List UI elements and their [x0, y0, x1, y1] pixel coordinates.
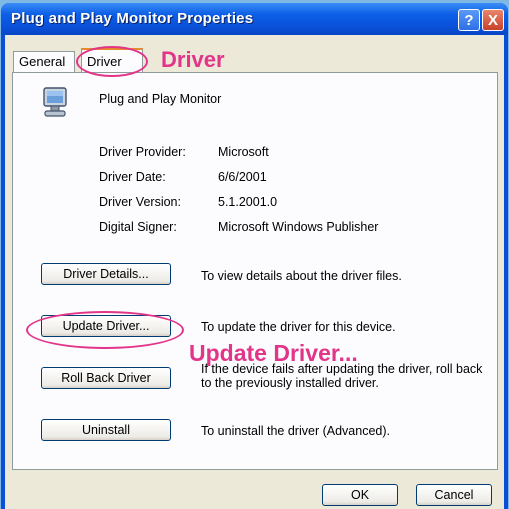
monitor-icon — [43, 87, 67, 117]
uninstall-description: To uninstall the driver (Advanced). — [201, 424, 390, 438]
title-bar[interactable]: Plug and Play Monitor Properties ? X — [1, 3, 508, 35]
dialog-client-area: General Driver Plug and Play Monitor Dri… — [5, 35, 504, 509]
digital-signer-value: Microsoft Windows Publisher — [218, 220, 379, 234]
driver-version-value: 5.1.2001.0 — [218, 195, 278, 209]
driver-tab-highlight-ring — [76, 46, 148, 77]
update-driver-description: To update the driver for this device. — [201, 320, 396, 334]
driver-provider-label: Driver Provider: — [99, 145, 186, 159]
window-title: Plug and Play Monitor Properties — [11, 10, 254, 27]
driver-version-label: Driver Version: — [99, 195, 181, 209]
properties-window: Plug and Play Monitor Properties ? X Gen… — [1, 3, 508, 509]
tab-general[interactable]: General — [13, 51, 75, 72]
ok-button[interactable]: OK — [322, 484, 398, 506]
driver-date-label: Driver Date: — [99, 170, 166, 184]
roll-back-driver-button[interactable]: Roll Back Driver — [41, 367, 171, 389]
driver-date-value: 6/6/2001 — [218, 170, 267, 184]
driver-tab-panel: Plug and Play Monitor Driver Provider: M… — [12, 72, 498, 470]
update-driver-highlight-ring — [26, 311, 184, 349]
device-name: Plug and Play Monitor — [99, 92, 222, 106]
uninstall-button[interactable]: Uninstall — [41, 419, 171, 441]
help-button[interactable]: ? — [458, 9, 480, 31]
driver-annotation: Driver — [161, 47, 225, 72]
digital-signer-label: Digital Signer: — [99, 220, 177, 234]
cancel-button[interactable]: Cancel — [416, 484, 492, 506]
driver-provider-value: Microsoft — [218, 145, 269, 159]
close-button[interactable]: X — [482, 9, 504, 31]
driver-details-description: To view details about the driver files. — [201, 269, 402, 283]
update-driver-annotation: Update Driver... — [189, 340, 358, 366]
driver-details-button[interactable]: Driver Details... — [41, 263, 171, 285]
